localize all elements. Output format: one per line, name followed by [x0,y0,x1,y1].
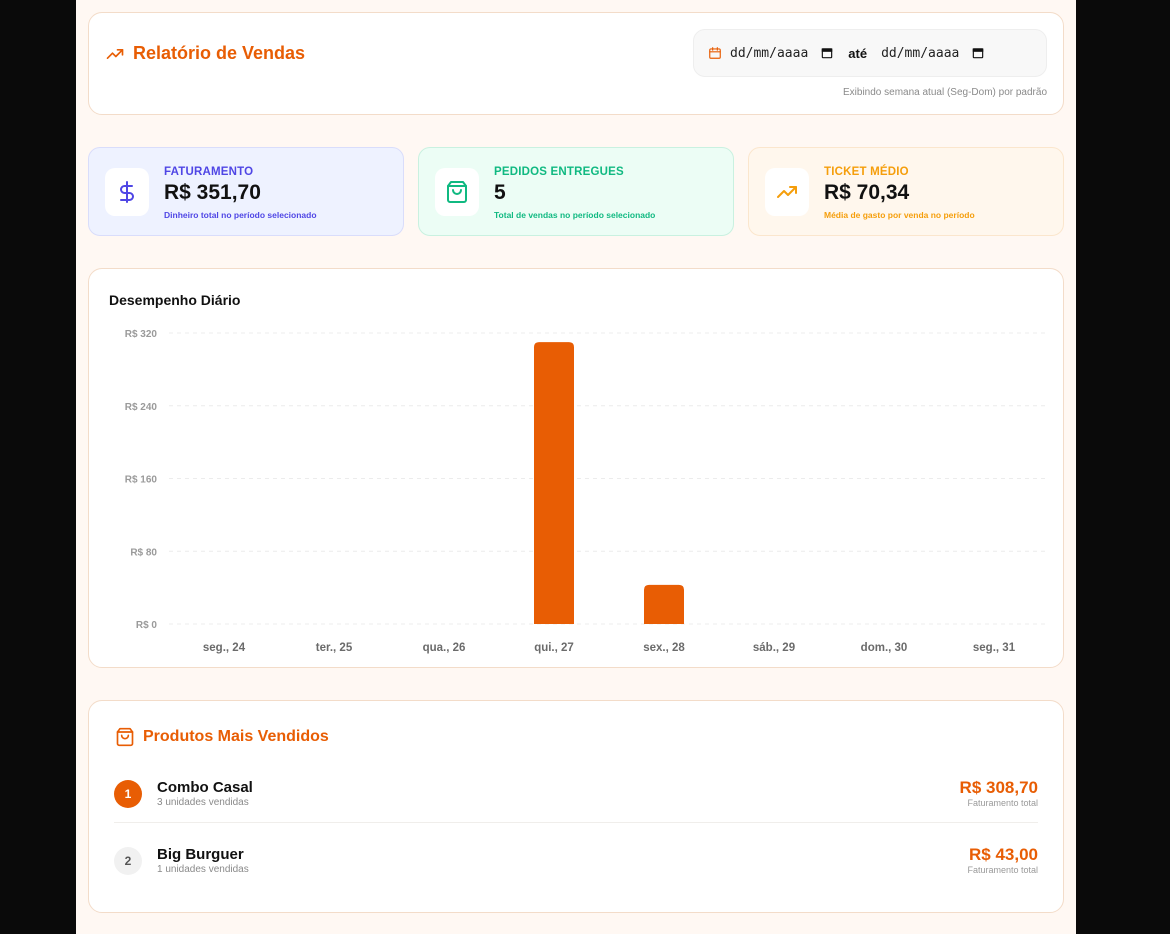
report-title: Relatório de Vendas [105,43,305,64]
date-separator: até [848,45,868,61]
product-row: 1 Combo Casal 3 unidades vendidas R$ 308… [114,767,1038,823]
x-tick-label: sex., 28 [643,642,685,654]
x-tick-label: qui., 27 [534,642,574,654]
y-tick-label: R$ 240 [125,402,158,413]
product-total: R$ 43,00 [969,845,1038,864]
product-units: 1 unidades vendidas [157,864,249,875]
start-date-placeholder: dd/mm/aaaa [730,45,809,61]
y-tick-label: R$ 0 [136,620,158,631]
calendar-picker-icon[interactable] [820,46,834,60]
product-total: R$ 308,70 [959,778,1038,797]
rank-badge: 1 [114,780,142,808]
average-ticket-label: TICKET MÉDIO [824,166,909,178]
shopping-bag-icon [447,181,467,203]
x-tick-label: seg., 31 [973,642,1016,654]
average-ticket-stat-card: TICKET MÉDIO R$ 70,34 Média de gasto por… [748,147,1064,236]
orders-stat-card: PEDIDOS ENTREGUES 5 Total de vendas no p… [418,147,734,236]
trending-up-icon [106,48,124,59]
x-tick-label: sáb., 29 [753,642,795,654]
orders-icon-box [435,168,479,216]
revenue-label: FATURAMENTO [164,166,254,178]
top-products-card: Produtos Mais Vendidos 1 Combo Casal 3 u… [88,700,1064,913]
revenue-description: Dinheiro total no período selecionado [164,210,317,220]
y-tick-label: R$ 320 [125,329,158,340]
x-tick-label: ter., 25 [316,642,353,654]
revenue-value: R$ 351,70 [164,181,261,204]
report-header-card: Relatório de Vendas dd/mm/aaaa até dd/mm… [88,12,1064,115]
calendar-picker-icon[interactable] [971,46,985,60]
orders-description: Total de vendas no período selecionado [494,210,656,220]
start-date-input[interactable]: dd/mm/aaaa [730,46,834,61]
orders-value: 5 [494,181,506,204]
revenue-icon-box [105,168,149,216]
revenue-stat-card: FATURAMENTO R$ 351,70 Dinheiro total no … [88,147,404,236]
date-range-filter: dd/mm/aaaa até dd/mm/aaaa [693,29,1047,77]
average-ticket-icon-box [765,168,809,216]
top-products-title-text: Produtos Mais Vendidos [143,728,329,745]
end-date-input[interactable]: dd/mm/aaaa [881,46,985,61]
top-products-title: Produtos Mais Vendidos [115,727,329,747]
y-tick-label: R$ 160 [125,475,158,486]
product-total-label: Faturamento total [967,798,1038,808]
daily-performance-chart: R$ 0 R$ 80 R$ 160 R$ 240 R$ 320 seg., 24 ter.,… [125,329,1049,654]
y-tick-label: R$ 80 [130,547,157,558]
product-row: 2 Big Burguer 1 unidades vendidas R$ 43,… [114,834,1038,890]
average-ticket-value: R$ 70,34 [824,181,910,204]
trending-up-icon [777,186,797,198]
product-total-label: Faturamento total [967,865,1038,875]
average-ticket-description: Média de gasto por venda no período [824,210,975,220]
x-tick-label: dom., 30 [861,642,908,654]
x-tick-label: seg., 24 [203,642,246,654]
daily-performance-card: Desempenho Diário R$ 0 R$ 80 R$ 160 R$ 240 R… [88,268,1064,668]
calendar-icon [709,47,721,59]
chart-bar[interactable] [644,584,684,624]
default-period-note: Exibindo semana atual (Seg-Dom) por padr… [843,87,1047,98]
x-tick-label: qua., 26 [423,642,466,654]
report-title-text: Relatório de Vendas [133,43,306,63]
orders-label: PEDIDOS ENTREGUES [494,166,624,178]
rank-badge: 2 [114,847,142,875]
shopping-bag-icon [116,727,134,747]
product-name: Combo Casal [157,779,253,796]
report-page: Relatório de Vendas dd/mm/aaaa até dd/mm… [76,0,1076,934]
product-name: Big Burguer [157,846,244,863]
chart-bar[interactable] [534,342,574,624]
dollar-icon [120,181,134,203]
end-date-placeholder: dd/mm/aaaa [881,45,960,61]
product-units: 3 unidades vendidas [157,797,249,808]
